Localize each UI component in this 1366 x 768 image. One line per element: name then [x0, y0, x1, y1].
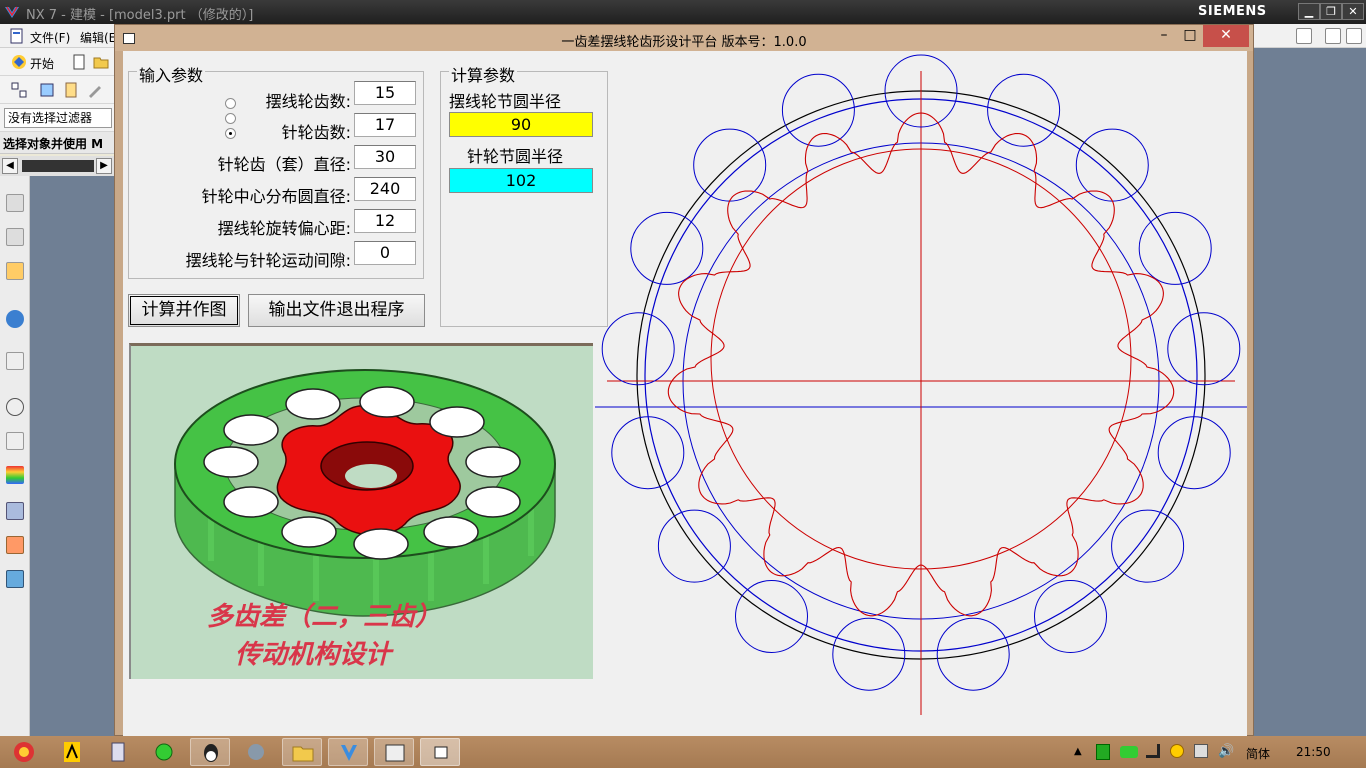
- new-file-icon[interactable]: [70, 53, 88, 71]
- calc-and-draw-button[interactable]: 计算并作图: [128, 294, 240, 327]
- eccentricity-input[interactable]: 12: [354, 209, 416, 233]
- start-orb-icon[interactable]: [4, 738, 44, 766]
- pin-diameter-input[interactable]: 30: [354, 145, 416, 169]
- radio-pin-teeth-top[interactable]: [225, 113, 236, 124]
- input-params-legend: 输入参数: [137, 62, 206, 86]
- nx-resource-bar: [0, 176, 30, 736]
- param-label-cycloid-teeth: 摆线轮齿数:: [265, 92, 351, 111]
- nx-sub-minimize-button[interactable]: [1296, 28, 1312, 44]
- param-label-clearance: 摆线轮与针轮运动间隙:: [185, 251, 351, 270]
- task-app-c-icon[interactable]: [374, 738, 414, 766]
- menu-edit[interactable]: 编辑(E: [80, 29, 116, 46]
- task-explorer-icon[interactable]: [282, 738, 322, 766]
- tray-battery-icon[interactable]: [1096, 744, 1110, 760]
- tray-network-icon[interactable]: [1194, 744, 1208, 758]
- nx-sub-restore-button[interactable]: [1325, 28, 1341, 44]
- calc-params-legend: 计算参数: [449, 62, 518, 86]
- nx-doc-icon: [10, 28, 23, 44]
- tray-clock[interactable]: 21:50: [1296, 745, 1331, 759]
- web-browser-icon[interactable]: [6, 310, 24, 328]
- pin-pitch-radius-value: 102: [449, 168, 593, 193]
- assembly-navigator-icon[interactable]: [6, 194, 24, 212]
- task-app-a-icon[interactable]: [52, 738, 92, 766]
- tray-ime-label[interactable]: 简体: [1246, 745, 1270, 762]
- siemens-brand: SIEMENS: [1198, 4, 1267, 19]
- menu-file[interactable]: 文件(F): [30, 29, 70, 46]
- start-icon: [12, 55, 26, 69]
- param-label-pin-teeth: 针轮齿数:: [281, 123, 351, 142]
- task-nx-icon[interactable]: [328, 738, 368, 766]
- pin-teeth-input[interactable]: 17: [354, 113, 416, 137]
- start-button[interactable]: 开始: [30, 55, 54, 72]
- param-label-eccentricity: 摆线轮旋转偏心距:: [217, 219, 351, 238]
- scroll-left-icon[interactable]: ◀: [2, 158, 18, 174]
- cycloid-pitch-radius-label: 摆线轮节圆半径: [449, 92, 562, 111]
- pin-pitch-radius-label: 针轮节圆半径: [467, 147, 564, 166]
- task-qq-icon[interactable]: [190, 738, 230, 766]
- constraint-navigator-icon[interactable]: [6, 228, 24, 246]
- tray-app-icon[interactable]: [1170, 744, 1184, 758]
- book-icon[interactable]: [38, 81, 56, 99]
- nx-graphics-window-right[interactable]: [1254, 48, 1366, 736]
- color-bar-icon[interactable]: [6, 466, 24, 484]
- nx-restore-button[interactable]: ❐: [1320, 3, 1342, 20]
- tooth-profile-drawing: [595, 54, 1247, 715]
- taskbar: ▲ 🔊 简体 21:50: [0, 736, 1366, 768]
- dialog-titlebar[interactable]: 一齿差摆线轮齿形设计平台 版本号：1.0.0 – □ ✕: [115, 25, 1253, 51]
- nx-titlebar: NX 7 - 建模 - [model3.prt （修改的）] SIEMENS ▁…: [0, 0, 1366, 24]
- palette-icon[interactable]: [6, 432, 24, 450]
- clock-icon[interactable]: [6, 398, 24, 416]
- nx-window-title: NX 7 - 建模 - [model3.prt （修改的）]: [26, 8, 254, 23]
- scroll-right-icon[interactable]: ▶: [96, 158, 112, 174]
- sheet-icon[interactable]: [62, 81, 80, 99]
- part-navigator-icon[interactable]: [6, 262, 24, 280]
- scroll-thumb[interactable]: [22, 160, 94, 172]
- tray-signal-icon[interactable]: [1146, 744, 1160, 758]
- param-label-pin-diameter: 针轮齿（套）直径:: [217, 155, 351, 174]
- dialog-minimize-button[interactable]: –: [1151, 25, 1177, 47]
- design-dialog: 一齿差摆线轮齿形设计平台 版本号：1.0.0 – □ ✕ 输入参数 摆线轮齿数:…: [114, 24, 1254, 737]
- nx-scrollbar[interactable]: ◀ ▶: [0, 156, 114, 176]
- param-label-pin-circle-diameter: 针轮中心分布圆直径:: [201, 187, 351, 206]
- layout-icon[interactable]: [10, 81, 28, 99]
- task-app-b-icon[interactable]: [236, 738, 276, 766]
- cycloid-pitch-radius-value: 90: [449, 112, 593, 137]
- history-icon[interactable]: [6, 352, 24, 370]
- nx-sub-close-button[interactable]: [1346, 28, 1362, 44]
- tray-nvidia-icon[interactable]: [1120, 746, 1138, 758]
- task-calculator-icon[interactable]: [98, 738, 138, 766]
- process-studio-icon[interactable]: [6, 502, 24, 520]
- export-and-exit-button[interactable]: 输出文件退出程序: [248, 294, 425, 327]
- tray-expand-icon[interactable]: ▲: [1074, 746, 1082, 757]
- picture-caption-line2: 传动机构设计: [235, 640, 392, 670]
- nx-close-button[interactable]: ✕: [1342, 3, 1364, 20]
- nx-minimize-button[interactable]: ▁: [1298, 3, 1320, 20]
- open-folder-icon[interactable]: [92, 53, 110, 71]
- system-materials-icon[interactable]: [6, 570, 24, 588]
- selection-scope-label: 选择对象并使用 M: [3, 137, 104, 151]
- cycloid-teeth-input[interactable]: 15: [354, 81, 416, 105]
- calc-params-group: 计算参数 摆线轮节圆半径 90 针轮节圆半径 102: [440, 62, 608, 327]
- mechanism-picture: 多齿差（二，三齿） 传动机构设计: [129, 343, 593, 679]
- dialog-close-button[interactable]: ✕: [1203, 25, 1249, 47]
- roles-icon[interactable]: [6, 536, 24, 554]
- pin-circle-diameter-input[interactable]: 240: [354, 177, 416, 201]
- picture-caption-line1: 多齿差（二，三齿）: [207, 602, 442, 632]
- task-design-platform-icon[interactable]: [420, 738, 460, 766]
- brush-icon[interactable]: [86, 81, 104, 99]
- clearance-input[interactable]: 0: [354, 241, 416, 265]
- task-browser-icon[interactable]: [144, 738, 184, 766]
- dialog-title: 一齿差摆线轮齿形设计平台 版本号：1.0.0: [561, 35, 807, 50]
- dialog-maximize-button[interactable]: □: [1177, 25, 1203, 47]
- radio-cycloid-teeth[interactable]: [225, 98, 236, 109]
- nx-logo-icon: [5, 6, 19, 18]
- input-params-group: 输入参数 摆线轮齿数: 15 针轮齿数: 17 针轮齿（套）直径: 30 针轮中…: [128, 62, 424, 279]
- selection-filter-dropdown[interactable]: 没有选择过滤器: [4, 108, 112, 128]
- radio-pin-teeth[interactable]: [225, 128, 236, 139]
- nx-graphics-window[interactable]: [30, 176, 114, 736]
- tray-volume-icon[interactable]: 🔊: [1218, 744, 1234, 759]
- dialog-client-area: 输入参数 摆线轮齿数: 15 针轮齿数: 17 针轮齿（套）直径: 30 针轮中…: [123, 51, 1247, 737]
